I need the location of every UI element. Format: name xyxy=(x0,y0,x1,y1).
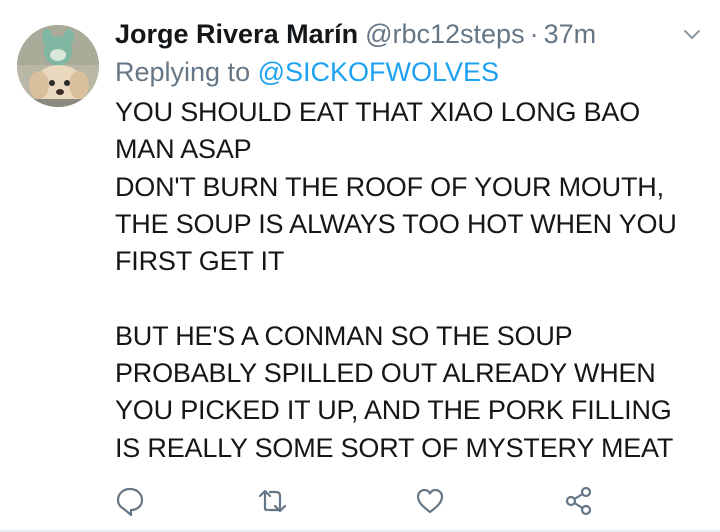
replying-to-label: Replying to xyxy=(115,57,258,87)
tweet-text-line: YOU PICKED IT UP, AND THE PORK FILLING xyxy=(115,395,672,426)
chevron-down-icon[interactable] xyxy=(680,22,704,46)
replying-to: Replying to @SICKOFWOLVES xyxy=(115,54,695,90)
tweet-text-line: THE SOUP IS ALWAYS TOO HOT WHEN YOU xyxy=(115,208,677,239)
avatar-image xyxy=(17,25,99,107)
tweet-text-line: BUT HE'S A CONMAN SO THE SOUP xyxy=(115,320,573,351)
reply-button[interactable] xyxy=(113,484,147,518)
reply-icon xyxy=(116,487,144,517)
tweet[interactable]: Jorge Rivera Marín @rbc12steps · 37m Rep… xyxy=(0,0,720,532)
tweet-actions xyxy=(0,484,720,518)
share-button[interactable] xyxy=(562,484,596,518)
like-button[interactable] xyxy=(413,484,447,518)
separator-dot: · xyxy=(529,19,539,49)
retweet-button[interactable] xyxy=(256,484,290,518)
user-handle[interactable]: @rbc12steps xyxy=(365,14,524,54)
tweet-text-line: DON'T BURN THE ROOF OF YOUR MOUTH, xyxy=(115,171,664,202)
like-icon xyxy=(416,488,444,514)
replying-to-handle[interactable]: @SICKOFWOLVES xyxy=(258,57,499,87)
tweet-text-line: MAN ASAP xyxy=(115,134,252,165)
tweet-text-line: PROBABLY SPILLED OUT ALREADY WHEN xyxy=(115,358,656,389)
tweet-text-line: YOU SHOULD EAT THAT XIAO LONG BAO xyxy=(115,97,641,127)
retweet-icon xyxy=(258,489,287,513)
tweet-text-line: IS REALLY SOME SORT OF MYSTERY MEAT xyxy=(115,432,674,463)
tweet-text-line xyxy=(115,280,695,317)
avatar[interactable] xyxy=(17,25,99,107)
tweet-header: Jorge Rivera Marín @rbc12steps · 37m xyxy=(115,14,695,54)
tweet-text: YOU SHOULD EAT THAT XIAO LONG BAO MAN AS… xyxy=(115,94,695,467)
tweet-content: Jorge Rivera Marín @rbc12steps · 37m Rep… xyxy=(115,14,700,467)
timestamp[interactable]: 37m xyxy=(544,14,597,54)
tweet-text-line: FIRST GET IT xyxy=(115,246,285,277)
share-icon xyxy=(565,486,592,516)
display-name[interactable]: Jorge Rivera Marín xyxy=(115,14,358,54)
